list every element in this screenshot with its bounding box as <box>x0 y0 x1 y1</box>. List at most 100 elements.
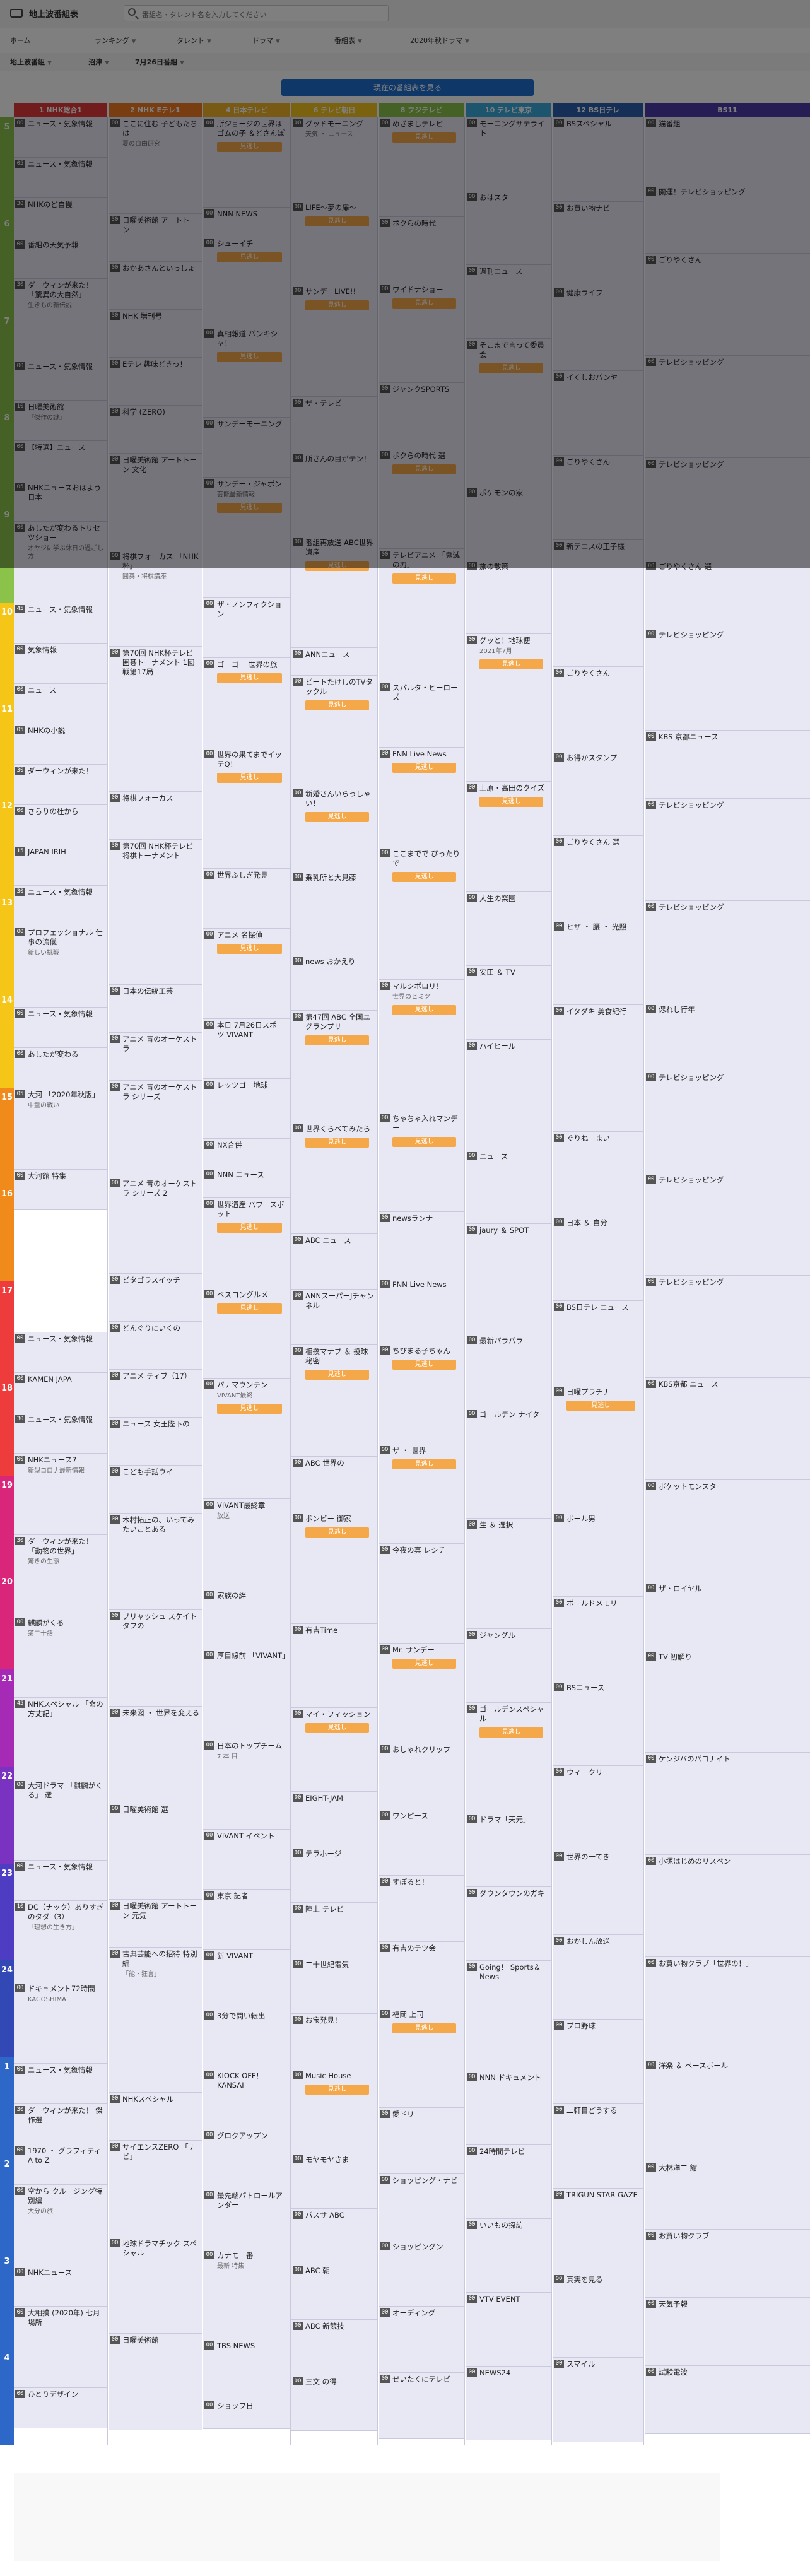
catchup-button[interactable]: 見逃し <box>217 673 283 683</box>
program-cell[interactable]: 00 福岡 上司 見逃し <box>379 2008 464 2108</box>
program-cell[interactable]: 00 東京 記者 <box>203 1890 290 1950</box>
program-cell[interactable]: 00 ビートたけしのTVタックル 見逃し <box>291 676 377 787</box>
program-cell[interactable]: 00 カナモ一番 最新 特集 <box>203 2249 290 2339</box>
program-cell[interactable]: 00 未来図 ・ 世界を変える <box>109 1707 202 1803</box>
program-cell[interactable]: 00 アニメ 青のオーケストラ シリーズ 2 <box>109 1177 202 1274</box>
program-cell[interactable]: 00 ショッピング・ナビ <box>379 2174 464 2240</box>
program-cell[interactable] <box>14 1210 107 1332</box>
program-cell[interactable]: 00 newsランナー <box>379 1212 464 1278</box>
program-cell[interactable]: 00 木村拓正の、いってみたいことある <box>109 1514 202 1610</box>
program-cell[interactable]: 00 NNN ドキュメント <box>466 2071 551 2145</box>
program-cell[interactable]: 00 KBS 京都ニュース <box>645 731 810 799</box>
program-cell[interactable]: 00ごりやくさん 選 <box>553 836 643 920</box>
program-cell[interactable]: 00 世界遺産 パワースポット 見逃し <box>203 1198 290 1288</box>
program-cell[interactable]: 00 TV 初解り <box>645 1650 810 1753</box>
program-cell[interactable]: 00 試験電波 <box>645 2366 810 2434</box>
program-cell[interactable]: 30 ニュース・気象情報 <box>14 886 107 926</box>
catchup-button[interactable]: 見逃し <box>305 1370 370 1380</box>
program-cell[interactable]: 00テレビショッピング <box>645 799 810 901</box>
program-cell[interactable]: 00 NEWS24 <box>466 2367 551 2440</box>
program-cell[interactable]: 00 世界の一てき <box>553 1850 643 1935</box>
program-cell[interactable]: 00 第47回 ABC 全国ユグランプリ 見逃し <box>291 1011 377 1122</box>
program-cell[interactable]: 00テレビショッピング <box>645 1276 810 1378</box>
program-cell[interactable]: 00 日曜美術館 <box>109 2334 202 2430</box>
program-cell[interactable]: 00 24時間テレビ <box>466 2145 551 2219</box>
program-cell[interactable]: 00 ひとりデザイン <box>14 2388 107 2428</box>
catchup-button[interactable]: 見逃し <box>217 773 283 783</box>
program-cell[interactable]: 00 ゴールデンスペシャル 見逃し <box>466 1703 551 1813</box>
program-cell[interactable]: 00 上原・高田のクイズ 見逃し <box>466 782 551 892</box>
catchup-button[interactable]: 見逃し <box>305 2085 370 2095</box>
program-cell[interactable]: 00 日曜美術館 選 <box>109 1803 202 1900</box>
program-cell[interactable]: 30 第70回 NHK杯テレビ将棋トーナメント <box>109 840 202 985</box>
program-cell[interactable]: 00 BS日テレ ニュース <box>553 1301 643 1385</box>
program-cell[interactable]: 00 あしたが変わる <box>14 1048 107 1088</box>
program-cell[interactable]: 00 ちゃちゃ入れマンデー 見逃し <box>379 1112 464 1212</box>
program-cell[interactable]: 00 ボールドメモリ <box>553 1597 643 1681</box>
program-cell[interactable]: 00 NNN ニュース <box>203 1168 290 1198</box>
catchup-button[interactable]: 見逃し <box>305 1527 370 1538</box>
program-cell[interactable]: 00 愛ドリ <box>379 2108 464 2174</box>
program-cell[interactable]: 00 ニュース 女王陛下の <box>109 1418 202 1466</box>
program-cell[interactable]: 00 ダウンタウンのガキ <box>466 1887 551 1961</box>
catchup-button[interactable]: 見逃し <box>217 944 283 954</box>
program-cell[interactable]: 00ニュース・気象情報 <box>14 1008 107 1048</box>
program-cell[interactable]: 00 ゴールデン ナイター <box>466 1408 551 1519</box>
program-cell[interactable]: 00 プロフェッショナル 仕事の流儀 新しい挑戦 <box>14 926 107 1008</box>
program-cell[interactable]: 00 ショッフ日 <box>203 2399 290 2429</box>
program-cell[interactable]: 00 ワンピース <box>379 1809 464 1876</box>
program-cell[interactable]: 00 ビタゴラスイッチ <box>109 1274 202 1322</box>
catchup-button[interactable]: 見逃し <box>217 1223 283 1233</box>
program-cell[interactable]: 00 将棋フォーカス <box>109 792 202 840</box>
program-cell[interactable]: 00 1970 ・ グラフィティ A to Z <box>14 2144 107 2185</box>
program-cell[interactable]: 00 日本のトップチーム 7 本 目 <box>203 1739 290 1830</box>
program-cell[interactable]: 00 ケンジバのパコナイト <box>645 1753 810 1855</box>
program-cell[interactable]: 00 サイエンスZERO 「ナビ」 <box>109 2141 202 2237</box>
program-cell[interactable]: 00 NHKスペシャル <box>109 2093 202 2141</box>
program-cell[interactable]: 00 パナマウンテン VIVANT最終 見逃し <box>203 1379 290 1499</box>
catchup-button[interactable]: 見逃し <box>305 812 370 822</box>
program-cell[interactable]: 00 麒麟がくる 第二十話 <box>14 1616 107 1698</box>
program-cell[interactable]: 00 NX合併 <box>203 1139 290 1168</box>
catchup-button[interactable]: 見逃し <box>392 763 457 773</box>
program-cell[interactable]: 00 ヒザ ・ 腰 ・ 光照 <box>553 920 643 1005</box>
program-cell[interactable]: 00 3分で問い転出 <box>203 2009 290 2069</box>
program-cell[interactable]: 00 偲れし行年 <box>645 1003 810 1071</box>
program-cell[interactable]: 00 ボンビー 御家 見逃し <box>291 1512 377 1624</box>
program-cell[interactable]: 00 ポケットモンスター <box>645 1480 810 1582</box>
program-cell[interactable]: 00 すぽると！ <box>379 1876 464 1942</box>
catchup-button[interactable]: 見逃し <box>479 1727 544 1738</box>
program-cell[interactable]: 00 気象情報 <box>14 644 107 684</box>
program-cell[interactable]: 00 有吉Time <box>291 1624 377 1708</box>
program-cell[interactable]: 00 VIVANT イベント <box>203 1830 290 1890</box>
program-cell[interactable]: 00 最新パラパラ <box>466 1334 551 1408</box>
catchup-button[interactable]: 見逃し <box>305 1723 370 1733</box>
program-cell[interactable]: 00 KIOCK OFF！ KANSAI <box>203 2069 290 2129</box>
program-cell[interactable]: 05 NHKの小説 <box>14 724 107 765</box>
catchup-button[interactable]: 見逃し <box>392 1459 457 1469</box>
program-cell[interactable]: 00 ボール男 <box>553 1512 643 1597</box>
program-cell[interactable]: 00 ドラマ「天元」 <box>466 1813 551 1887</box>
program-cell[interactable]: 00 ABC 朝 <box>291 2264 377 2320</box>
program-cell[interactable]: 00 ウィークリー <box>553 1766 643 1850</box>
program-cell[interactable]: 00 Mr. サンデー 見逃し <box>379 1644 464 1743</box>
program-cell[interactable]: 00 グロクアップン <box>203 2129 290 2189</box>
program-cell[interactable]: 00 ニュース <box>14 684 107 724</box>
catchup-button[interactable]: 見逃し <box>305 1138 370 1148</box>
catchup-button[interactable]: 見逃し <box>217 1303 283 1314</box>
program-cell[interactable]: 00 生 ＆ 選択 <box>466 1519 551 1629</box>
program-cell[interactable]: 00 新婚さんいらっしゃい！ 見逃し <box>291 787 377 871</box>
program-cell[interactable]: 30 ダーウィンが来た！ 「動物の世界」 驚きの生態 <box>14 1535 107 1616</box>
program-cell[interactable]: 00 Music House 見逃し <box>291 2069 377 2153</box>
program-cell[interactable]: 00 イタダキ 美食紀行 <box>553 1005 643 1132</box>
program-cell[interactable]: 30 ニュース・気象情報 <box>14 1413 107 1454</box>
program-cell[interactable]: 00 TBS NEWS <box>203 2339 290 2399</box>
catchup-button[interactable]: 見逃し <box>479 659 544 669</box>
program-cell[interactable]: 00 世界ふしぎ発見 <box>203 869 290 929</box>
program-cell[interactable]: 00テレビショッピング <box>645 628 810 731</box>
program-cell[interactable]: 00 レッツゴー地球 <box>203 1079 290 1139</box>
program-cell[interactable]: 00 アニメ ティブ（17） <box>109 1370 202 1418</box>
program-cell[interactable]: 00 お宝発見！ <box>291 2014 377 2069</box>
program-cell[interactable]: 00 どんぐりにいくの <box>109 1322 202 1370</box>
program-cell[interactable]: 00ごりやくさん 選 <box>645 560 810 628</box>
